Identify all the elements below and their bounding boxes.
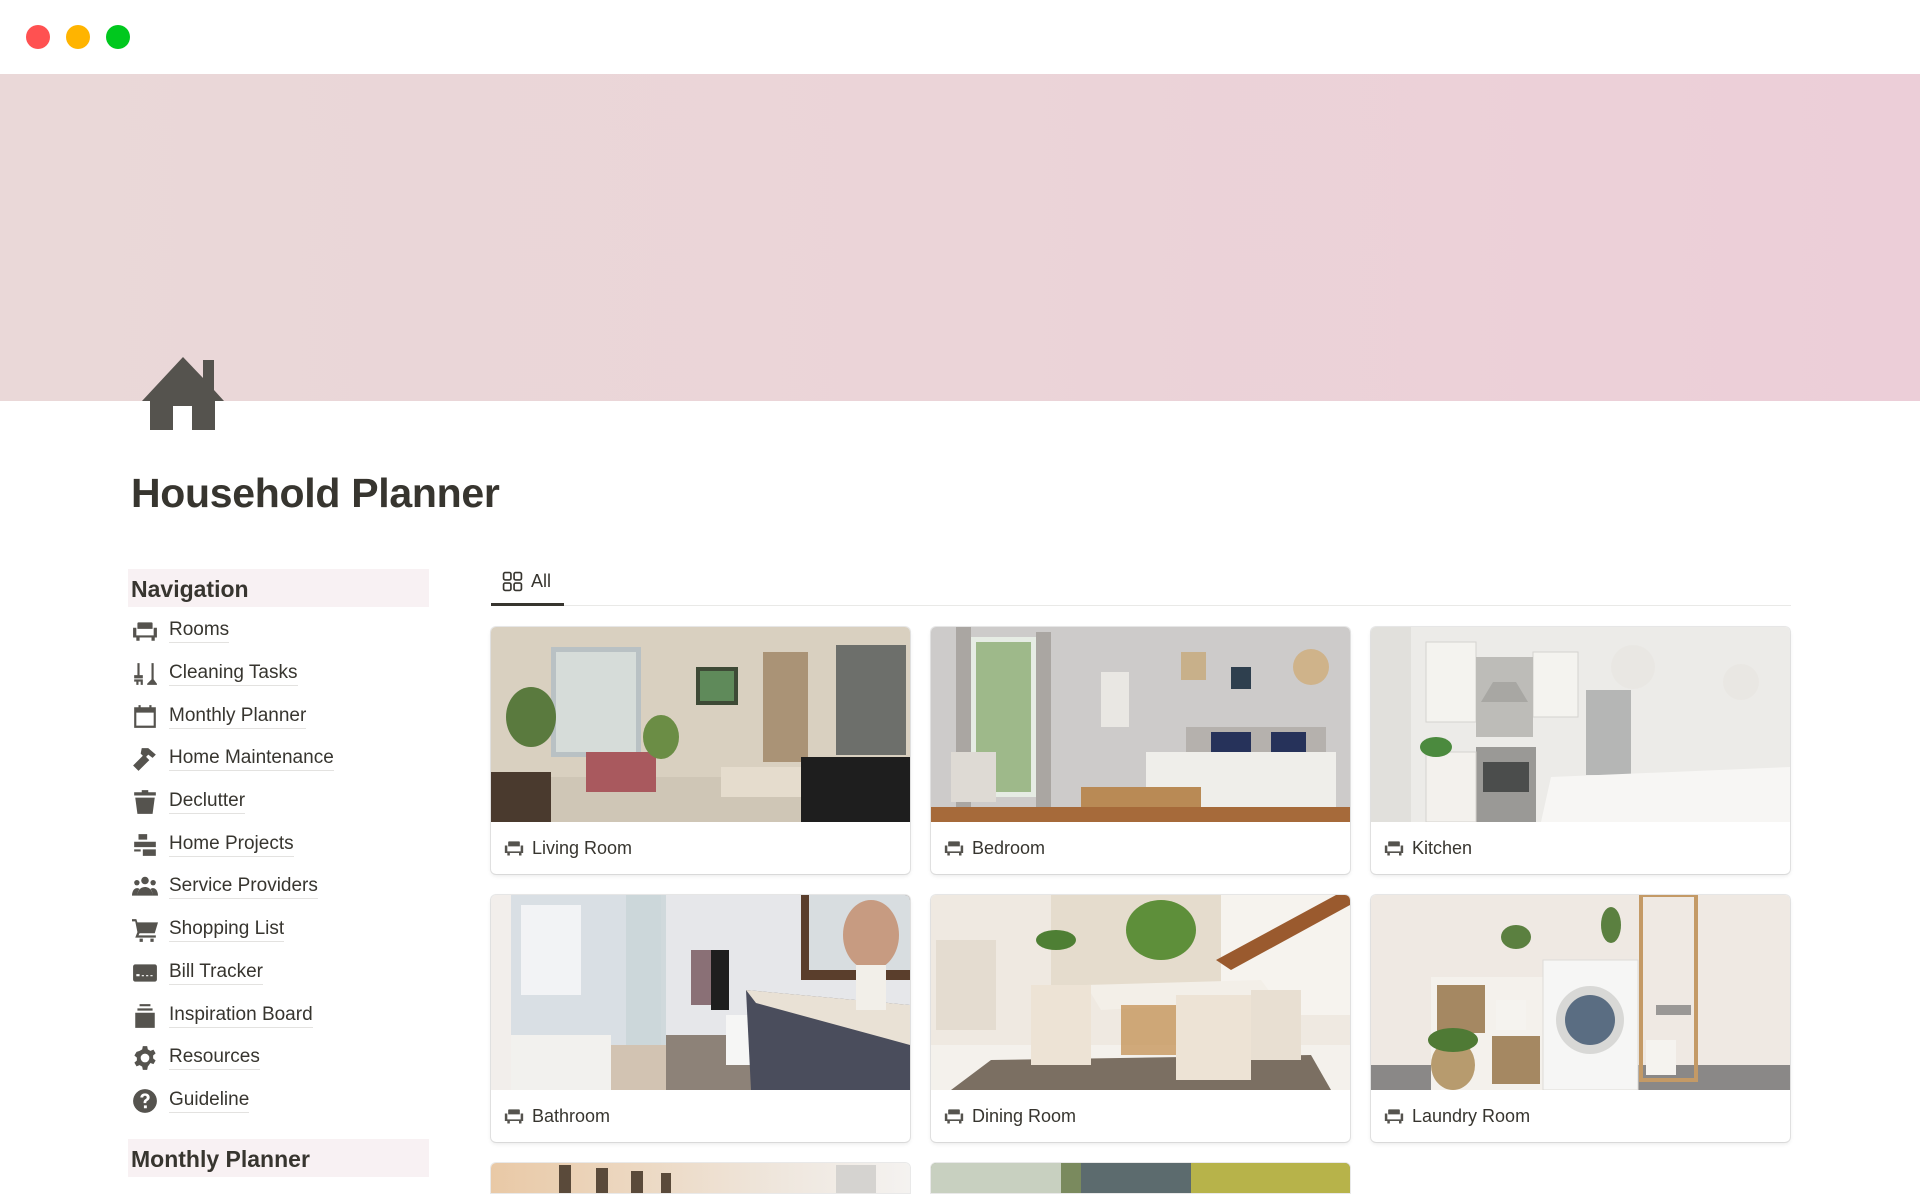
- armchair-icon: [1384, 1106, 1404, 1126]
- nav-item-label[interactable]: Inspiration Board: [169, 1004, 313, 1028]
- bedroom-photo: [931, 627, 1350, 822]
- nav-item-label[interactable]: Resources: [169, 1046, 260, 1071]
- house-icon[interactable]: [142, 354, 224, 436]
- armchair-icon: [504, 838, 524, 858]
- people-icon: [131, 873, 159, 901]
- nav-item-resources[interactable]: Resources: [131, 1037, 334, 1080]
- nav-item-label[interactable]: Rooms: [169, 619, 230, 644]
- bricks-icon: [131, 831, 159, 859]
- nav-item-service-providers[interactable]: Service Providers: [131, 866, 334, 909]
- hammer-icon: [131, 745, 159, 773]
- gallery-card-partial[interactable]: [931, 1163, 1350, 1193]
- window-close-button[interactable]: [26, 25, 50, 49]
- nav-item-monthly-planner[interactable]: Monthly Planner: [131, 695, 334, 738]
- dining-room-photo: [931, 895, 1350, 1090]
- gallery-grid-icon: [502, 571, 523, 592]
- nav-item-bill-tracker[interactable]: Bill Tracker: [131, 952, 334, 995]
- gallery-card-living-room[interactable]: Living Room: [491, 627, 910, 874]
- tab-all[interactable]: All: [491, 560, 564, 606]
- tab-label: All: [531, 571, 552, 591]
- gear-icon: [131, 1044, 159, 1072]
- living-room-photo: [491, 627, 910, 822]
- laundry-room-photo: [1371, 895, 1790, 1090]
- nav-item-home-maintenance[interactable]: Home Maintenance: [131, 738, 334, 781]
- partial-card-photo: [491, 1163, 910, 1193]
- question-circle-icon: [131, 1087, 159, 1115]
- card-title: Kitchen: [1412, 837, 1473, 858]
- credit-card-icon: [131, 959, 159, 987]
- monthly-planner-heading: Monthly Planner: [128, 1139, 429, 1177]
- card-footer: Kitchen: [1371, 822, 1790, 874]
- navigation-list: Rooms Cleaning Tasks Monthly Planner Hom…: [131, 610, 334, 1122]
- card-footer: Bathroom: [491, 1090, 910, 1142]
- armchair-icon: [944, 1106, 964, 1126]
- card-title: Bathroom: [532, 1105, 611, 1126]
- nav-item-declutter[interactable]: Declutter: [131, 781, 334, 824]
- card-title: Bedroom: [972, 837, 1046, 858]
- gallery-card-dining-room[interactable]: Dining Room: [931, 895, 1350, 1142]
- nav-item-label[interactable]: Declutter: [169, 790, 246, 815]
- window-minimize-button[interactable]: [66, 25, 90, 49]
- bathroom-photo: [491, 895, 910, 1090]
- card-footer: Laundry Room: [1371, 1090, 1790, 1142]
- cart-icon: [131, 916, 159, 944]
- gallery-card-bathroom[interactable]: Bathroom: [491, 895, 910, 1142]
- nav-item-label[interactable]: Bill Tracker: [169, 961, 263, 985]
- card-footer: Dining Room: [931, 1090, 1350, 1142]
- calendar-icon: [131, 703, 159, 731]
- stack-icon: [131, 1002, 159, 1030]
- gallery-card-kitchen[interactable]: Kitchen: [1371, 627, 1790, 874]
- card-title: Dining Room: [972, 1105, 1077, 1126]
- nav-item-shopping-list[interactable]: Shopping List: [131, 909, 334, 952]
- card-footer: Living Room: [491, 822, 910, 874]
- gallery-card-laundry-room[interactable]: Laundry Room: [1371, 895, 1790, 1142]
- navigation-heading: Navigation: [128, 569, 429, 607]
- card-title: Living Room: [532, 837, 633, 858]
- gallery-view-tabs: All: [491, 560, 1791, 606]
- nav-item-label[interactable]: Service Providers: [169, 875, 318, 900]
- gallery-card-partial[interactable]: [491, 1163, 910, 1193]
- nav-item-label[interactable]: Cleaning Tasks: [169, 662, 298, 687]
- armchair-icon: [504, 1106, 524, 1126]
- trash-bin-icon: [131, 788, 159, 816]
- nav-item-label[interactable]: Monthly Planner: [169, 705, 307, 729]
- nav-item-label[interactable]: Guideline: [169, 1089, 250, 1113]
- nav-item-cleaning-tasks[interactable]: Cleaning Tasks: [131, 653, 334, 696]
- nav-item-home-projects[interactable]: Home Projects: [131, 823, 334, 866]
- page-title: Household Planner: [131, 470, 500, 516]
- nav-item-rooms[interactable]: Rooms: [131, 610, 334, 653]
- armchair-icon: [131, 617, 159, 645]
- window-maximize-button[interactable]: [106, 25, 130, 49]
- nav-item-label[interactable]: Home Maintenance: [169, 747, 334, 772]
- card-footer: Bedroom: [931, 822, 1350, 874]
- window-titlebar: [0, 0, 1920, 74]
- nav-item-label[interactable]: Home Projects: [169, 833, 294, 857]
- nav-item-label[interactable]: Shopping List: [169, 918, 285, 943]
- partial-card-photo: [931, 1163, 1350, 1193]
- armchair-icon: [1384, 838, 1404, 858]
- gallery-card-bedroom[interactable]: Bedroom: [931, 627, 1350, 874]
- card-title: Laundry Room: [1412, 1105, 1531, 1126]
- armchair-icon: [944, 838, 964, 858]
- kitchen-photo: [1371, 627, 1790, 822]
- nav-item-guideline[interactable]: Guideline: [131, 1080, 334, 1123]
- nav-item-inspiration-board[interactable]: Inspiration Board: [131, 994, 334, 1037]
- broom-icon: [131, 660, 159, 688]
- page-cover: [0, 74, 1920, 401]
